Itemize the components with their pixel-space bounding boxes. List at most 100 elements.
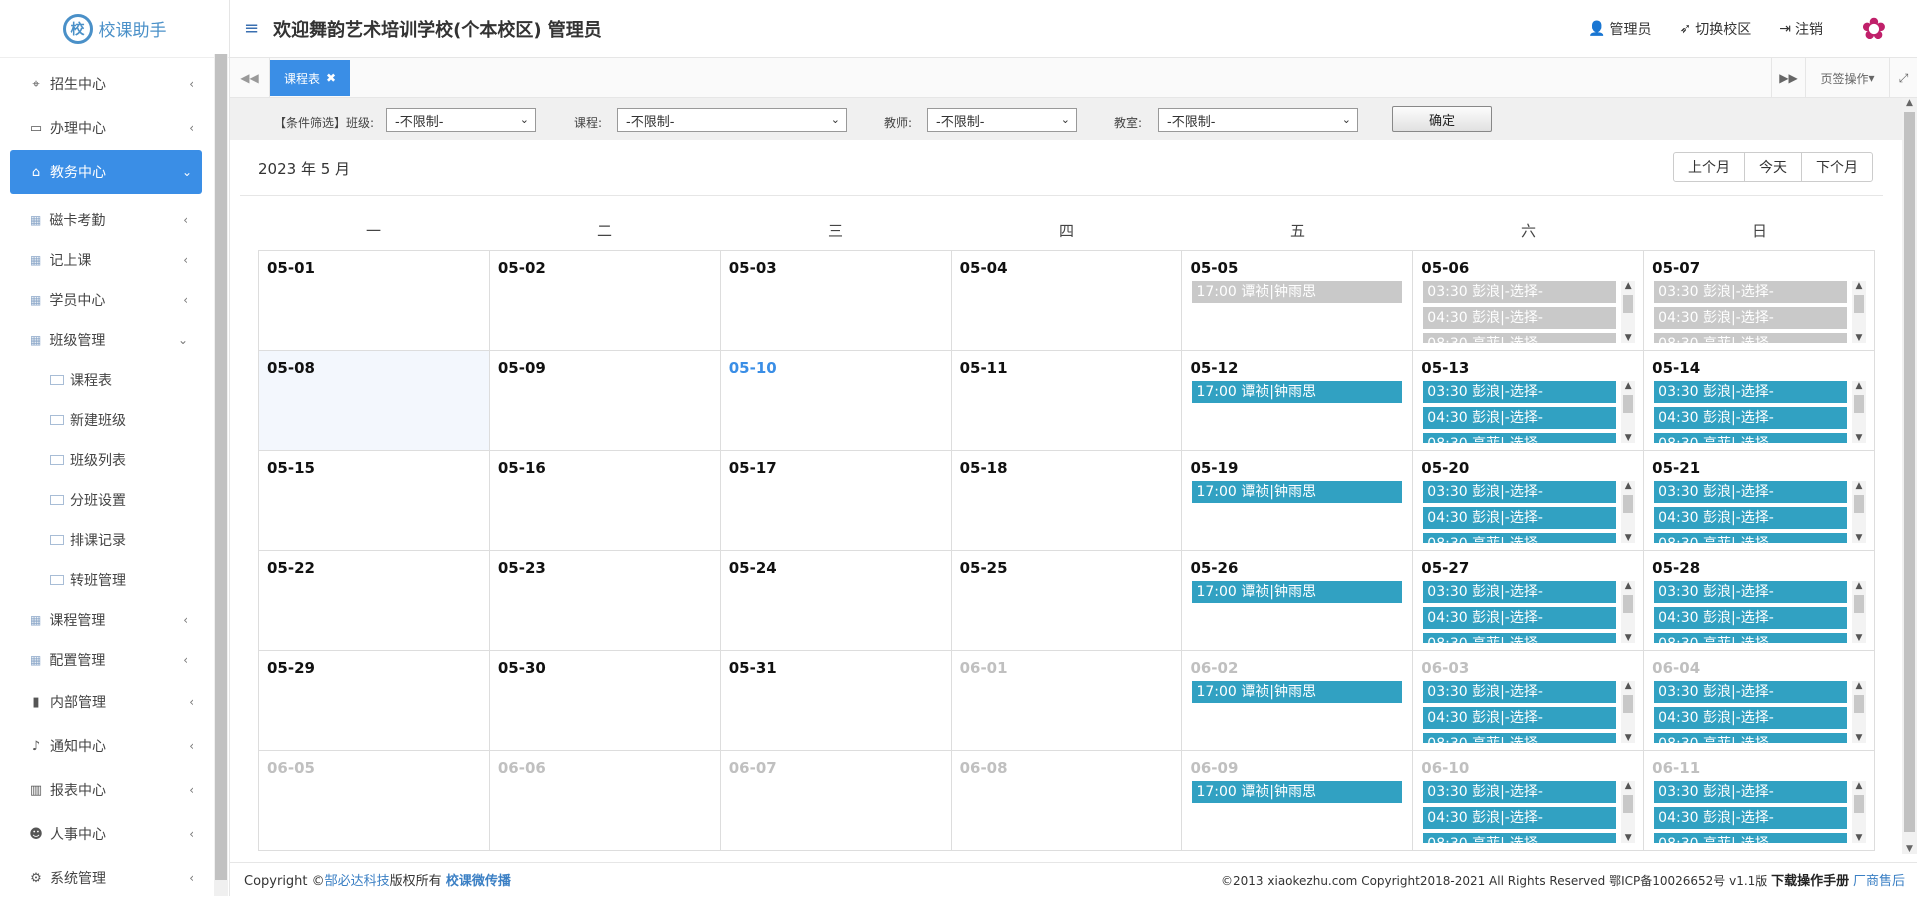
schedule-event[interactable]: 03:30 彭浪|-选择- <box>1654 681 1848 703</box>
confirm-button[interactable]: 确定 <box>1392 106 1492 132</box>
schedule-event[interactable]: 03:30 彭浪|-选择- <box>1423 781 1617 803</box>
sidebar-scrollbar[interactable] <box>214 54 228 896</box>
scroll-down-icon[interactable]: ▼ <box>1621 433 1635 443</box>
event-scrollbar[interactable]: ▲ ▼ <box>1852 381 1867 443</box>
calendar-day-cell[interactable]: 05-21 03:30 彭浪|-选择- 04:30 彭浪|-选择- 08:30 高菲|… <box>1644 451 1876 551</box>
event-scrollbar[interactable]: ▲ ▼ <box>1621 281 1636 343</box>
sidebar-item-processing[interactable]: ▭ 办理中心 ‹ <box>0 106 214 150</box>
event-scrollbar-thumb[interactable] <box>1854 595 1865 613</box>
schedule-event[interactable]: 04:30 彭浪|-选择- <box>1654 707 1848 729</box>
scroll-down-icon[interactable]: ▼ <box>1621 533 1635 543</box>
schedule-event[interactable]: 03:30 彭浪|-选择- <box>1654 481 1848 503</box>
calendar-day-cell[interactable]: 05-22 <box>259 551 490 651</box>
tab-scroll-right-button[interactable]: ▶▶ <box>1771 58 1805 98</box>
tab-schedule[interactable]: 课程表 ✖ <box>270 60 351 96</box>
calendar-day-cell[interactable]: 05-03 <box>720 251 952 351</box>
schedule-event[interactable]: 04:30 彭浪|-选择- <box>1654 307 1848 329</box>
schedule-event[interactable]: 04:30 彭浪|-选择- <box>1423 607 1617 629</box>
calendar-day-cell[interactable]: 06-02 17:00 谭祯|钟雨思 <box>1182 651 1414 751</box>
sidebar-item-academic[interactable]: ⌂ 教务中心 ⌄ <box>10 150 202 194</box>
schedule-event[interactable]: 03:30 彭浪|-选择- <box>1423 381 1617 403</box>
sidebar-sub-course-management[interactable]: ▦ 课程管理 ‹ <box>0 600 214 640</box>
schedule-event[interactable]: 03:30 彭浪|-选择- <box>1423 281 1617 303</box>
schedule-event[interactable]: 03:30 彭浪|-选择- <box>1654 381 1848 403</box>
scroll-down-icon[interactable]: ▼ <box>1852 833 1866 843</box>
prev-month-button[interactable]: 上个月 <box>1674 153 1745 181</box>
company-link[interactable]: 郜必达科技 <box>325 874 390 889</box>
scroll-up-icon[interactable]: ▲ <box>1852 681 1866 691</box>
schedule-event[interactable]: 08:30 高菲|-选择- <box>1654 833 1848 843</box>
scroll-up-icon[interactable]: ▲ <box>1621 481 1635 491</box>
sidebar-sub-card-attendance[interactable]: ▦ 磁卡考勤 ‹ <box>0 200 214 240</box>
schedule-event[interactable]: 08:30 高菲|-选择- <box>1654 333 1848 343</box>
event-scrollbar-thumb[interactable] <box>1623 795 1634 813</box>
product-link[interactable]: 校课微传播 <box>446 874 511 889</box>
scroll-up-icon[interactable]: ▲ <box>1902 98 1917 108</box>
sidebar-item-notifications[interactable]: ♪ 通知中心 ‹ <box>0 724 214 768</box>
schedule-event[interactable]: 17:00 谭祯|钟雨思 <box>1192 381 1403 403</box>
event-scrollbar-thumb[interactable] <box>1623 695 1634 713</box>
sidebar-sub-record-class[interactable]: ▦ 记上课 ‹ <box>0 240 214 280</box>
calendar-day-cell[interactable]: 06-07 <box>720 751 952 851</box>
scroll-down-icon[interactable]: ▼ <box>1621 633 1635 643</box>
sidebar-item-internal[interactable]: ▮ 内部管理 ‹ <box>0 680 214 724</box>
scroll-up-icon[interactable]: ▲ <box>1852 481 1866 491</box>
main-scrollbar[interactable]: ▲ ▼ <box>1902 98 1917 854</box>
event-scrollbar-thumb[interactable] <box>1623 395 1634 413</box>
calendar-day-cell[interactable]: 05-15 <box>259 451 490 551</box>
calendar-day-cell[interactable]: 06-11 03:30 彭浪|-选择- 04:30 彭浪|-选择- 08:30 高菲|… <box>1644 751 1876 851</box>
schedule-event[interactable]: 17:00 谭祯|钟雨思 <box>1192 281 1403 303</box>
scroll-down-icon[interactable]: ▼ <box>1852 533 1866 543</box>
calendar-day-cell[interactable]: 05-25 <box>951 551 1183 651</box>
schedule-event[interactable]: 08:30 高菲|-选择- <box>1423 733 1617 743</box>
event-scrollbar[interactable]: ▲ ▼ <box>1852 481 1867 543</box>
schedule-event[interactable]: 17:00 谭祯|钟雨思 <box>1192 581 1403 603</box>
manual-link[interactable]: 下载操作手册 <box>1771 874 1849 889</box>
after-sales-link[interactable]: 厂商售后 <box>1853 874 1905 889</box>
fullscreen-icon[interactable]: ⤢ <box>1889 58 1917 98</box>
event-scrollbar[interactable]: ▲ ▼ <box>1621 781 1636 843</box>
calendar-day-cell[interactable]: 06-04 03:30 彭浪|-选择- 04:30 彭浪|-选择- 08:30 高菲|… <box>1644 651 1876 751</box>
schedule-event[interactable]: 08:30 高菲|-选择- <box>1423 833 1617 843</box>
schedule-event[interactable]: 17:00 谭祯|钟雨思 <box>1192 681 1403 703</box>
calendar-day-cell[interactable]: 05-19 17:00 谭祯|钟雨思 <box>1182 451 1414 551</box>
calendar-day-cell[interactable]: 05-28 03:30 彭浪|-选择- 04:30 彭浪|-选择- 08:30 高菲|… <box>1644 551 1876 651</box>
event-scrollbar-thumb[interactable] <box>1854 695 1865 713</box>
calendar-day-cell[interactable]: 05-29 <box>259 651 490 751</box>
scroll-up-icon[interactable]: ▲ <box>1852 781 1866 791</box>
scroll-down-icon[interactable]: ▼ <box>1852 433 1866 443</box>
today-button[interactable]: 今天 <box>1745 153 1802 181</box>
scroll-down-icon[interactable]: ▼ <box>1852 633 1866 643</box>
event-scrollbar[interactable]: ▲ ▼ <box>1621 681 1636 743</box>
calendar-day-cell[interactable]: 06-09 17:00 谭祯|钟雨思 <box>1182 751 1414 851</box>
sidebar-sub2-new-class[interactable]: 新建班级 <box>0 400 214 440</box>
event-scrollbar[interactable]: ▲ ▼ <box>1852 281 1867 343</box>
sidebar-sub2-schedule[interactable]: 课程表 <box>0 360 214 400</box>
calendar-day-cell[interactable]: 05-31 <box>720 651 952 751</box>
class-select[interactable]: -不限制- ⌄ <box>386 108 536 132</box>
schedule-event[interactable]: 03:30 彭浪|-选择- <box>1654 581 1848 603</box>
calendar-day-cell[interactable]: 05-23 <box>489 551 721 651</box>
teacher-select[interactable]: -不限制- ⌄ <box>927 108 1077 132</box>
schedule-event[interactable]: 04:30 彭浪|-选择- <box>1423 407 1617 429</box>
scroll-up-icon[interactable]: ▲ <box>1621 681 1635 691</box>
next-month-button[interactable]: 下个月 <box>1802 153 1872 181</box>
calendar-day-cell[interactable]: 05-26 17:00 谭祯|钟雨思 <box>1182 551 1414 651</box>
event-scrollbar[interactable]: ▲ ▼ <box>1852 581 1867 643</box>
schedule-event[interactable]: 08:30 高菲|-选择- <box>1423 533 1617 543</box>
calendar-day-cell[interactable]: 06-03 03:30 彭浪|-选择- 04:30 彭浪|-选择- 08:30 高菲|… <box>1413 651 1645 751</box>
scroll-up-icon[interactable]: ▲ <box>1852 581 1866 591</box>
sidebar-sub-student-center[interactable]: ▦ 学员中心 ‹ <box>0 280 214 320</box>
calendar-day-cell[interactable]: 05-14 03:30 彭浪|-选择- 04:30 彭浪|-选择- 08:30 高菲|… <box>1644 351 1876 451</box>
schedule-event[interactable]: 17:00 谭祯|钟雨思 <box>1192 781 1403 803</box>
schedule-event[interactable]: 04:30 彭浪|-选择- <box>1654 807 1848 829</box>
calendar-day-cell[interactable]: 05-02 <box>489 251 721 351</box>
calendar-day-cell[interactable]: 05-05 17:00 谭祯|钟雨思 <box>1182 251 1414 351</box>
sidebar-sub2-schedule-records[interactable]: 排课记录 <box>0 520 214 560</box>
calendar-day-cell[interactable]: 05-24 <box>720 551 952 651</box>
calendar-day-cell[interactable]: 05-16 <box>489 451 721 551</box>
scroll-up-icon[interactable]: ▲ <box>1852 381 1866 391</box>
sidebar-sub-config-management[interactable]: ▦ 配置管理 ‹ <box>0 640 214 680</box>
schedule-event[interactable]: 08:30 高菲|-选择- <box>1423 633 1617 643</box>
event-scrollbar[interactable]: ▲ ▼ <box>1852 681 1867 743</box>
